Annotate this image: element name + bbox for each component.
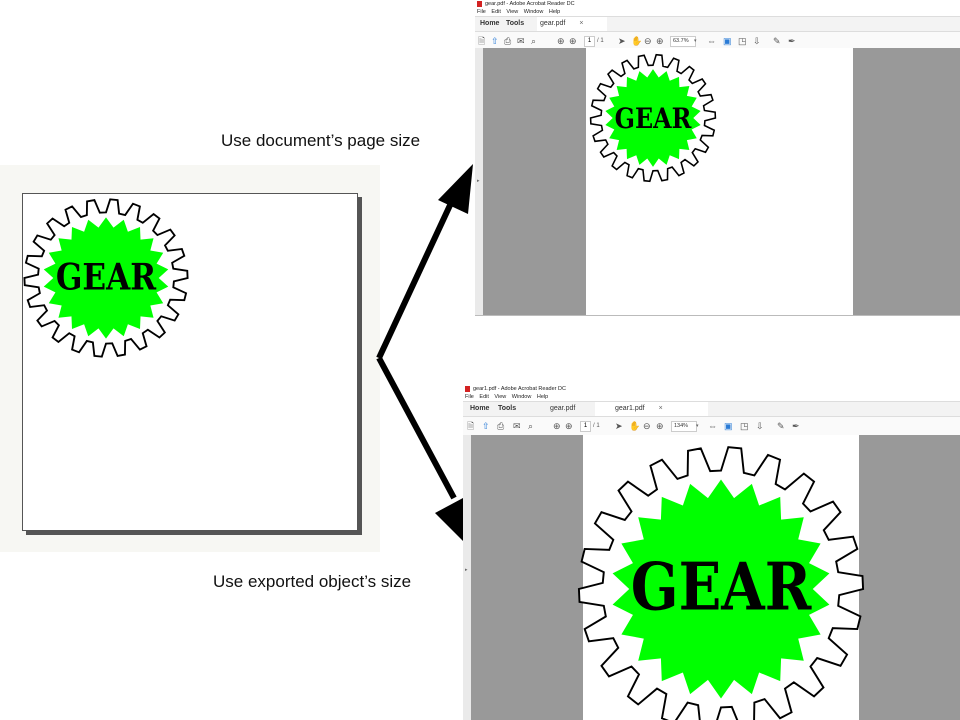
close-icon[interactable]: × — [579, 20, 583, 27]
side-panel-toggle[interactable]: ▸ — [475, 48, 483, 315]
scroll-mode-icon[interactable]: ⇩ — [753, 35, 761, 47]
save-icon[interactable]: 🗎 — [467, 420, 474, 432]
hand-icon[interactable]: ✋ — [631, 35, 642, 47]
menu-window[interactable]: Window — [512, 394, 532, 400]
comment-icon[interactable]: ✎ — [773, 35, 781, 47]
tab-bar: Home Tools gear.pdf gear1.pdf × — [463, 401, 960, 417]
gear-label: GEAR — [631, 550, 812, 626]
fullscreen-icon[interactable]: ◳ — [740, 420, 749, 432]
page-number-input[interactable]: 1 — [584, 36, 595, 47]
arrow-head-top — [438, 164, 473, 214]
zoom-dropdown-icon[interactable]: ▾ — [694, 36, 697, 46]
tab-document-gear[interactable]: gear.pdf — [547, 402, 578, 416]
gear-label: GEAR — [615, 103, 693, 135]
document-viewport[interactable]: ▸ GEAR — [463, 435, 960, 720]
source-gear-graphic: GEAR — [23, 198, 189, 358]
tab-tools[interactable]: Tools — [503, 17, 527, 31]
comment-icon[interactable]: ✎ — [777, 420, 785, 432]
side-panel-toggle[interactable]: ▸ — [463, 435, 471, 720]
menu-view[interactable]: View — [506, 9, 518, 15]
menu-bar: File Edit View Window Help — [463, 393, 960, 401]
upload-icon[interactable]: ⇧ — [482, 420, 490, 432]
arrow-head-bottom — [435, 498, 466, 544]
pdf-file-icon — [465, 386, 470, 392]
acrobat-window-top: gear.pdf - Adobe Acrobat Reader DC File … — [475, 0, 960, 316]
zoom-out-icon[interactable]: ⊖ — [643, 420, 651, 432]
tab-home[interactable]: Home — [467, 402, 492, 416]
tab-home[interactable]: Home — [477, 17, 502, 31]
search-icon[interactable]: ⌕ — [528, 420, 533, 432]
menu-file[interactable]: File — [477, 9, 486, 15]
page-down-icon[interactable]: ⊕ — [565, 420, 573, 432]
menu-help[interactable]: Help — [549, 9, 560, 15]
upload-icon[interactable]: ⇧ — [491, 35, 499, 47]
page-view-icon[interactable]: ▣ — [724, 420, 733, 432]
sign-icon[interactable]: ✒ — [788, 35, 796, 47]
menu-edit[interactable]: Edit — [491, 9, 500, 15]
menu-file[interactable]: File — [465, 394, 474, 400]
caption-top: Use document’s page size — [221, 131, 421, 150]
arrow-to-top-window — [376, 186, 461, 360]
fit-width-icon[interactable]: ⇔ — [708, 420, 717, 432]
acrobat-window-bottom: gear1.pdf - Adobe Acrobat Reader DC File… — [463, 385, 960, 720]
menu-window[interactable]: Window — [524, 9, 544, 15]
menu-view[interactable]: View — [494, 394, 506, 400]
page-view-icon[interactable]: ▣ — [723, 35, 732, 47]
scroll-mode-icon[interactable]: ⇩ — [756, 420, 764, 432]
page-number-input[interactable]: 1 — [580, 421, 591, 432]
menu-bar: File Edit View Window Help — [475, 8, 960, 16]
print-icon[interactable]: ⎙ — [497, 420, 504, 432]
caption-bottom: Use exported object’s size — [213, 572, 412, 591]
zoom-level-input[interactable]: 63.7% — [670, 36, 696, 47]
gear-graphic-large: GEAR — [577, 446, 865, 720]
zoom-out-icon[interactable]: ⊖ — [644, 35, 652, 47]
gear-label: GEAR — [56, 256, 157, 298]
gear-graphic-small: GEAR — [589, 53, 717, 183]
title-bar: gear.pdf - Adobe Acrobat Reader DC — [475, 0, 960, 8]
close-icon[interactable]: × — [659, 405, 663, 412]
arrow-to-bottom-window — [376, 356, 457, 500]
zoom-in-icon[interactable]: ⊕ — [656, 420, 664, 432]
page-up-icon[interactable]: ⊕ — [553, 420, 561, 432]
title-bar: gear1.pdf - Adobe Acrobat Reader DC — [463, 385, 960, 393]
menu-help[interactable]: Help — [537, 394, 548, 400]
page-down-icon[interactable]: ⊕ — [569, 35, 577, 47]
expand-arrow-icon[interactable]: ▸ — [465, 567, 468, 573]
sign-icon[interactable]: ✒ — [792, 420, 800, 432]
page-total: / 1 — [597, 38, 604, 44]
tab-label: gear.pdf — [540, 20, 566, 27]
email-icon[interactable]: ✉ — [513, 420, 521, 432]
tab-label: gear1.pdf — [615, 405, 645, 412]
tab-tools[interactable]: Tools — [495, 402, 519, 416]
zoom-level-input[interactable]: 134% — [671, 421, 697, 432]
fullscreen-icon[interactable]: ◳ — [738, 35, 747, 47]
search-icon[interactable]: ⌕ — [531, 35, 536, 47]
pdf-file-icon — [477, 1, 482, 7]
select-arrow-icon[interactable]: ➤ — [615, 420, 623, 432]
tab-document-gear1[interactable]: gear1.pdf × — [595, 402, 708, 416]
expand-arrow-icon[interactable]: ▸ — [477, 178, 480, 184]
toolbar: 🗎 ⇧ ⎙ ✉ ⌕ ⊕ ⊕ 1 / 1 ➤ ✋ ⊖ ⊕ 134% ▾ ⇔ ▣ ◳… — [463, 417, 960, 436]
print-icon[interactable]: ⎙ — [504, 35, 511, 47]
tab-document-gear[interactable]: gear.pdf × — [537, 17, 607, 31]
email-icon[interactable]: ✉ — [517, 35, 525, 47]
zoom-in-icon[interactable]: ⊕ — [656, 35, 664, 47]
select-arrow-icon[interactable]: ➤ — [618, 35, 626, 47]
zoom-dropdown-icon[interactable]: ▾ — [696, 421, 699, 431]
page-total: / 1 — [593, 423, 600, 429]
menu-edit[interactable]: Edit — [479, 394, 488, 400]
window-title: gear1.pdf - Adobe Acrobat Reader DC — [473, 386, 566, 392]
tab-bar: Home Tools gear.pdf × — [475, 16, 960, 32]
window-title: gear.pdf - Adobe Acrobat Reader DC — [485, 1, 575, 7]
document-viewport[interactable]: ▸ GEAR — [475, 48, 960, 315]
hand-icon[interactable]: ✋ — [629, 420, 640, 432]
fit-width-icon[interactable]: ⇔ — [707, 35, 716, 47]
page-up-icon[interactable]: ⊕ — [557, 35, 565, 47]
save-icon[interactable]: 🗎 — [478, 35, 485, 47]
